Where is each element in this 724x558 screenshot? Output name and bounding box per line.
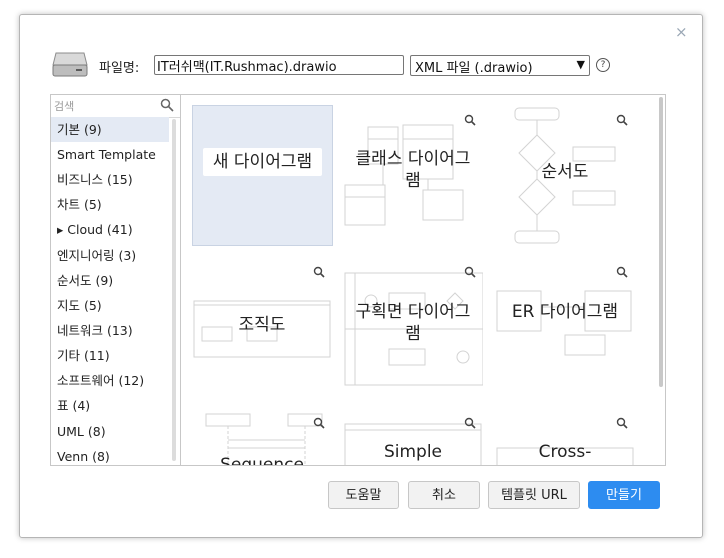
- zoom-icon[interactable]: [616, 114, 628, 126]
- category-tables[interactable]: 표 (4): [51, 393, 169, 418]
- category-venn[interactable]: Venn (8): [51, 444, 169, 469]
- zoom-icon[interactable]: [313, 417, 325, 429]
- category-maps[interactable]: 지도 (5): [51, 293, 169, 318]
- search-input[interactable]: 검색: [51, 95, 180, 118]
- filename-label: 파일명:: [99, 61, 140, 76]
- category-other[interactable]: 기타 (11): [51, 343, 169, 368]
- template-simple[interactable]: Simple: [343, 408, 483, 465]
- template-label: Cross-: [538, 442, 592, 462]
- sidebar-scrollbar[interactable]: [172, 119, 176, 461]
- category-smart-template[interactable]: Smart Template: [51, 142, 169, 167]
- chevron-down-icon: ▼: [576, 58, 585, 71]
- template-label: Simple: [383, 442, 443, 462]
- category-business[interactable]: 비즈니스 (15): [51, 167, 169, 192]
- help-button[interactable]: 도움말: [328, 481, 399, 509]
- category-network[interactable]: 네트워크 (13): [51, 318, 169, 343]
- category-cloud[interactable]: ▸ Cloud (41): [51, 217, 169, 242]
- category-uml[interactable]: UML (8): [51, 419, 169, 444]
- close-icon[interactable]: ×: [675, 24, 688, 40]
- template-label: 클래스 다이어그램: [355, 149, 471, 191]
- template-blank[interactable]: 새 다이어그램: [192, 105, 333, 246]
- create-button[interactable]: 만들기: [588, 481, 660, 509]
- template-grid: 새 다이어그램 클래스 다이어그램 순서도 조직도 구획면 다이어그램 ER 다…: [181, 95, 665, 465]
- template-flowchart[interactable]: 순서도: [495, 105, 635, 245]
- zoom-icon[interactable]: [313, 266, 325, 278]
- er-diagram-thumbnail: [496, 290, 632, 356]
- cancel-button[interactable]: 취소: [408, 481, 480, 509]
- storage-drive-icon: [52, 52, 88, 77]
- template-url-button[interactable]: 템플릿 URL: [488, 481, 580, 509]
- search-icon[interactable]: [160, 98, 174, 112]
- category-software[interactable]: 소프트웨어 (12): [51, 368, 169, 393]
- template-label: 조직도: [238, 315, 286, 335]
- category-sidebar: 검색 기본 (9) Smart Template 비즈니스 (15) 차트 (5…: [51, 95, 181, 465]
- category-charts[interactable]: 차트 (5): [51, 192, 169, 217]
- template-grid-scrollbar[interactable]: [659, 97, 663, 387]
- category-flowchart[interactable]: 순서도 (9): [51, 268, 169, 293]
- template-browser: 검색 기본 (9) Smart Template 비즈니스 (15) 차트 (5…: [50, 94, 666, 466]
- filetype-value: XML 파일 (.drawio): [415, 61, 533, 76]
- filename-input[interactable]: [154, 55, 404, 75]
- template-label: ER 다이어그램: [511, 302, 619, 322]
- zoom-icon[interactable]: [464, 266, 476, 278]
- zoom-icon[interactable]: [616, 417, 628, 429]
- category-basic[interactable]: 기본 (9): [51, 117, 169, 142]
- template-label: 순서도: [541, 162, 589, 182]
- template-label: 새 다이어그램: [203, 148, 322, 176]
- template-cross-functional[interactable]: Cross-: [495, 408, 635, 465]
- template-label: 구획면 다이어그램: [355, 302, 471, 344]
- filetype-select[interactable]: XML 파일 (.drawio) ▼: [410, 55, 590, 76]
- search-placeholder: 검색: [54, 100, 75, 113]
- help-icon[interactable]: ?: [596, 58, 610, 72]
- zoom-icon[interactable]: [464, 114, 476, 126]
- template-label: Sequence: [220, 455, 304, 465]
- template-org-chart[interactable]: 조직도: [192, 257, 332, 397]
- zoom-icon[interactable]: [616, 266, 628, 278]
- category-engineering[interactable]: 엔지니어링 (3): [51, 243, 169, 268]
- template-er-diagram[interactable]: ER 다이어그램: [495, 257, 635, 397]
- template-swimlane[interactable]: 구획면 다이어그램: [343, 257, 483, 397]
- template-class-diagram[interactable]: 클래스 다이어그램: [343, 105, 483, 245]
- zoom-icon[interactable]: [464, 417, 476, 429]
- template-sequence[interactable]: Sequence: [192, 408, 332, 465]
